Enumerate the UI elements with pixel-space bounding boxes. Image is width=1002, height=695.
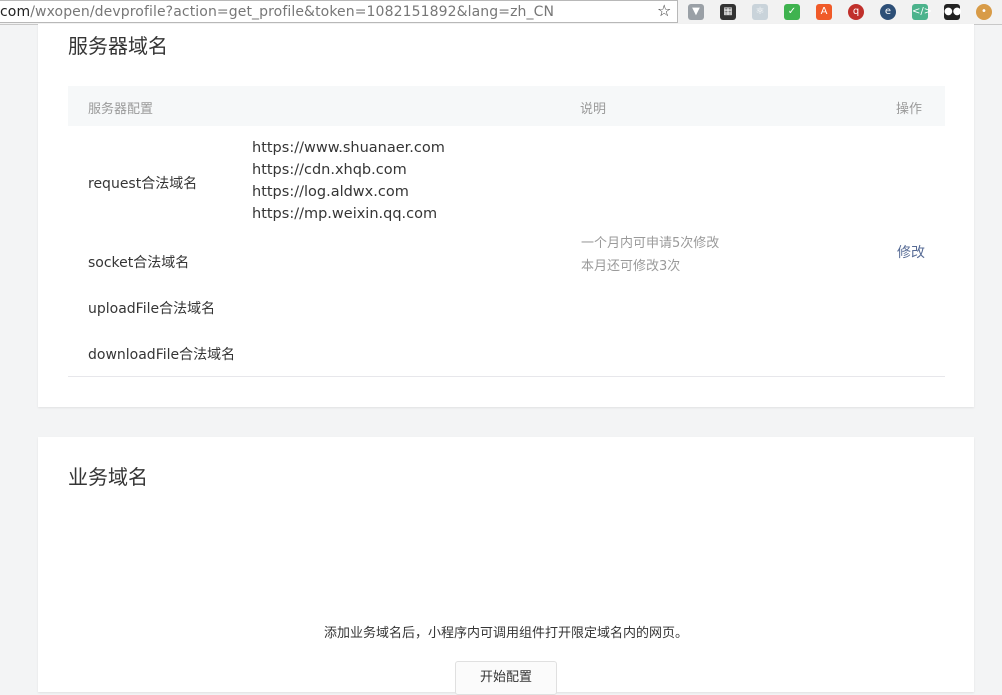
start-config-button[interactable]: 开始配置 [455,661,557,695]
request-domain-item: https://mp.weixin.qq.com [252,206,438,222]
address-bar-text: com/wxopen/devprofile?action=get_profile… [0,4,555,20]
request-domain-item: https://log.aldwx.com [252,184,409,200]
browser-toolbar: com/wxopen/devprofile?action=get_profile… [0,0,1002,25]
row-label-socket: socket合法域名 [88,255,190,271]
modify-link[interactable]: 修改 [897,242,925,262]
modify-remaining-text: 本月还可修改3次 [581,259,681,274]
modify-quota-text: 一个月内可申请5次修改 [581,236,720,251]
shield-icon[interactable]: ✓ [784,4,800,20]
table-header: 服务器配置 说明 操作 [68,86,945,126]
column-header-op: 操作 [896,102,923,117]
pocket-icon[interactable]: q [848,4,864,20]
business-domain-title: 业务域名 [68,465,148,489]
react-icon[interactable]: ⚛ [752,4,768,20]
code-icon[interactable]: </> [912,4,932,20]
column-header-config: 服务器配置 [88,102,154,117]
vue-devtools-icon[interactable]: ▼ [688,4,704,20]
row-label-upload: uploadFile合法域名 [88,301,216,317]
server-domain-card: 服务器域名 服务器配置 说明 操作 request合法域名 socket合法域名… [38,24,974,407]
row-label-download: downloadFile合法域名 [88,347,236,363]
server-domain-title: 服务器域名 [68,34,168,58]
request-domain-item: https://www.shuanaer.com [252,140,445,156]
business-domain-hint: 添加业务域名后，小程序内可调用组件打开限定域名内的网页。 [323,626,688,641]
row-label-request: request合法域名 [88,176,198,192]
table-divider [68,376,945,377]
column-header-desc: 说明 [580,102,607,117]
request-domain-item: https://cdn.xhqb.com [252,162,407,178]
bookmark-star-icon[interactable]: ☆ [657,1,671,20]
tampermonkey-icon[interactable]: ●● [944,4,961,20]
ghostery-icon[interactable]: e [880,4,896,20]
qrcode-icon[interactable]: ▦ [720,4,736,20]
address-bar[interactable]: com/wxopen/devprofile?action=get_profile… [0,0,678,23]
cookie-icon[interactable]: • [976,4,992,20]
business-domain-card: 业务域名 添加业务域名后，小程序内可调用组件打开限定域名内的网页。 开始配置 [38,437,974,695]
translate-icon[interactable]: A [816,4,832,20]
